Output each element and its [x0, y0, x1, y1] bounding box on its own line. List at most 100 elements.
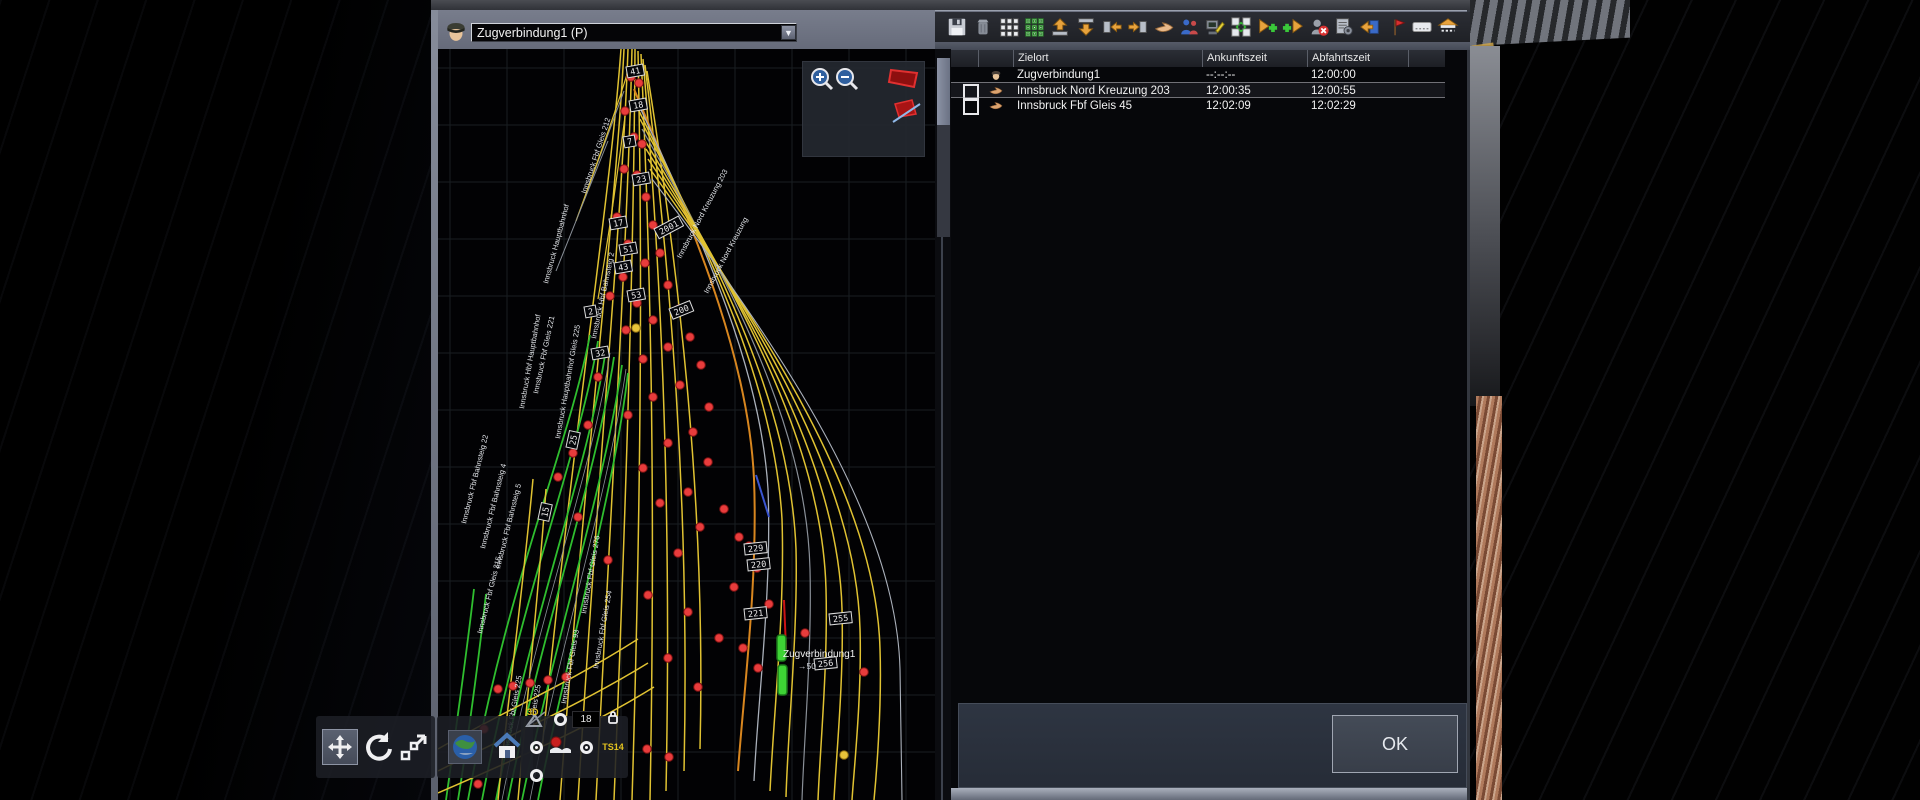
layer-value-input[interactable] [572, 711, 600, 728]
signal-dot[interactable] [604, 556, 613, 565]
signal-dot[interactable] [665, 753, 674, 762]
toolbar-add-stop-icon[interactable] [1255, 15, 1279, 39]
toolbar-add-waypoint-icon[interactable] [1281, 15, 1305, 39]
signal-dot[interactable] [644, 591, 653, 600]
signal-dot[interactable] [544, 676, 553, 685]
signal-shape-icon[interactable] [889, 70, 917, 87]
signal-dot[interactable] [697, 361, 706, 370]
toolbar-move-down-icon[interactable] [1074, 15, 1098, 39]
signal-dot[interactable] [739, 644, 748, 653]
toolbar-edit-console-icon[interactable] [1203, 15, 1227, 39]
signal-dot[interactable] [754, 664, 763, 673]
signal-dot[interactable] [664, 343, 673, 352]
toolbar-task-settings-icon[interactable] [1332, 15, 1356, 39]
track-line[interactable] [614, 49, 635, 800]
track-line[interactable] [542, 49, 621, 749]
zoom-in-icon[interactable] [812, 69, 832, 89]
dropdown-arrow-icon[interactable]: ▼ [781, 25, 796, 40]
table-row[interactable]: Innsbruck Nord Kreuzung 203 12:00:35 12:… [951, 82, 1445, 98]
signal-dot[interactable] [494, 685, 503, 694]
lock-icon[interactable] [607, 709, 619, 730]
signal-dot[interactable] [676, 381, 685, 390]
toolbar-grid-active-icon[interactable] [1022, 15, 1046, 39]
signal-mode-radio[interactable] [580, 741, 593, 754]
signal-dot[interactable] [649, 316, 658, 325]
signal-mode-radio[interactable] [530, 769, 543, 782]
toolbar-move-up-icon[interactable] [1048, 15, 1072, 39]
signal-dot[interactable] [730, 583, 739, 592]
signal-dot[interactable] [569, 449, 578, 458]
signal-dot[interactable] [684, 488, 693, 497]
signal-dot[interactable] [715, 634, 724, 643]
signal-dot[interactable] [696, 523, 705, 532]
train-connection-dropdown[interactable]: Zugverbindung1 (P) [471, 23, 797, 42]
globe-view-button[interactable] [448, 730, 482, 764]
signal-dot[interactable] [622, 326, 631, 335]
toolbar-pointer-hand-icon[interactable] [1152, 15, 1176, 39]
signal-dot[interactable] [574, 513, 583, 522]
rotate-view-button[interactable] [361, 730, 395, 764]
signal-dot[interactable] [656, 249, 665, 258]
signal-dot[interactable] [621, 107, 630, 116]
signal-dot[interactable] [641, 259, 650, 268]
signal-dot[interactable] [639, 355, 648, 364]
toolbar-save-icon[interactable] [945, 15, 969, 39]
table-row[interactable]: Zugverbindung1 --:--:-- 12:00:00 [951, 67, 1445, 82]
signal-dot[interactable] [704, 458, 713, 467]
zoom-out-icon[interactable] [837, 69, 857, 89]
signal-dot[interactable] [554, 473, 563, 482]
toolbar-station-icon[interactable] [1436, 15, 1460, 39]
signal-dot[interactable] [735, 533, 744, 542]
signal-dot-yellow[interactable] [632, 324, 641, 333]
signal-dot[interactable] [643, 745, 652, 754]
column-abfahrtszeit[interactable]: Abfahrtszeit [1307, 50, 1408, 67]
toolbar-grid-icon[interactable] [997, 15, 1021, 39]
signal-dot[interactable] [638, 140, 647, 149]
pan-tool-button[interactable] [322, 729, 358, 765]
signal-dot[interactable] [642, 193, 651, 202]
signal-dot[interactable] [594, 373, 603, 382]
signal-dot[interactable] [801, 629, 810, 638]
column-ankunftszeit[interactable]: Ankunftszeit [1202, 50, 1307, 67]
signal-dot[interactable] [684, 608, 693, 617]
track-map[interactable]: 4118723175143532001200229220221255256232… [438, 49, 935, 800]
map-mode-radio[interactable] [554, 713, 567, 726]
signal-dot[interactable] [624, 411, 633, 420]
home-view-button[interactable] [492, 732, 522, 762]
signal-dot-yellow[interactable] [840, 751, 849, 760]
signal-dot[interactable] [649, 393, 658, 402]
signal-dot[interactable] [694, 683, 703, 692]
signal-dot[interactable] [664, 439, 673, 448]
signal-dot[interactable] [686, 333, 695, 342]
toolbar-insert-after-icon[interactable] [1100, 15, 1124, 39]
signal-dot[interactable] [664, 281, 673, 290]
signal-dot[interactable] [584, 421, 593, 430]
signal-dot[interactable] [639, 464, 648, 473]
signal-dot[interactable] [860, 668, 869, 677]
jump-to-button[interactable] [399, 732, 429, 762]
signal-dot[interactable] [664, 654, 673, 663]
map-scrollbar-thumb[interactable] [937, 58, 950, 125]
column-zielort[interactable]: Zielort [1013, 50, 1202, 67]
signal-dot[interactable] [720, 505, 729, 514]
ok-button[interactable]: OK [1332, 715, 1458, 773]
toolbar-insert-before-icon[interactable] [1126, 15, 1150, 39]
track-line[interactable] [636, 99, 769, 781]
toolbar-flag-icon[interactable] [1384, 15, 1408, 39]
toolbar-go-to-icon[interactable] [1358, 15, 1382, 39]
signal-dot[interactable] [705, 403, 714, 412]
toolbar-expand-tiles-icon[interactable] [1229, 15, 1253, 39]
row-checkbox[interactable] [963, 99, 979, 115]
toolbar-remove-driver-icon[interactable] [1307, 15, 1331, 39]
signal-dot[interactable] [689, 428, 698, 437]
signal-layer-icon[interactable] [548, 736, 572, 759]
signal-dot[interactable] [635, 79, 644, 88]
signal-dot[interactable] [674, 549, 683, 558]
selected-train[interactable] [778, 665, 787, 695]
toolbar-platform-icon[interactable] [1410, 15, 1434, 39]
signal-edit-icon[interactable] [893, 100, 920, 122]
3d-view-icon[interactable]: 3D [525, 710, 547, 728]
toolbar-delete-icon[interactable] [971, 15, 995, 39]
signal-dot[interactable] [656, 499, 665, 508]
table-row[interactable]: Innsbruck Fbf Gleis 45 12:02:09 12:02:29 [951, 97, 1445, 113]
